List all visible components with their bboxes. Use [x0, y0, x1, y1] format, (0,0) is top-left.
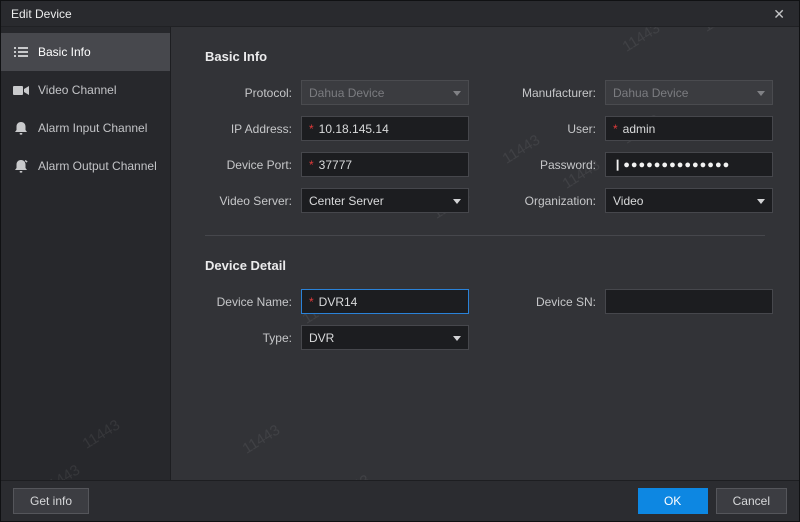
sidebar-item-video-channel[interactable]: Video Channel — [1, 71, 170, 109]
password-input[interactable]: ❙●●●●●●●●●●●●●● — [605, 152, 773, 177]
alarm-output-bell-icon — [13, 159, 29, 173]
sidebar: Basic Info Video Channel — [1, 27, 171, 480]
chevron-down-icon — [453, 199, 461, 204]
sidebar-item-alarm-input-channel[interactable]: Alarm Input Channel — [1, 109, 170, 147]
device-name-label: Device Name: — [199, 295, 295, 309]
get-info-button[interactable]: Get info — [13, 488, 89, 514]
device-port-label: Device Port: — [199, 158, 295, 172]
user-value: admin — [623, 122, 656, 136]
chevron-down-icon — [453, 336, 461, 341]
device-detail-heading: Device Detail — [205, 258, 799, 273]
content-panel: Basic Info Protocol: Dahua Device Manufa… — [171, 27, 799, 480]
device-port-value: 37777 — [319, 158, 352, 172]
basic-info-form: Protocol: Dahua Device Manufacturer: Dah… — [199, 80, 799, 213]
required-asterisk: * — [613, 122, 618, 136]
device-name-value: DVR14 — [319, 295, 358, 309]
organization-value: Video — [613, 194, 643, 208]
type-select[interactable]: DVR — [301, 325, 469, 350]
sidebar-item-label: Basic Info — [38, 45, 91, 59]
alarm-input-bell-icon — [13, 121, 29, 135]
sidebar-item-basic-info[interactable]: Basic Info — [1, 33, 170, 71]
device-name-input[interactable]: * DVR14 — [301, 289, 469, 314]
required-asterisk: * — [309, 295, 314, 309]
device-sn-input[interactable] — [605, 289, 773, 314]
required-asterisk: * — [309, 158, 314, 172]
basic-info-heading: Basic Info — [205, 49, 799, 64]
sidebar-item-alarm-output-channel[interactable]: Alarm Output Channel — [1, 147, 170, 185]
user-input[interactable]: * admin — [605, 116, 773, 141]
manufacturer-label: Manufacturer: — [475, 86, 599, 100]
ip-address-label: IP Address: — [199, 122, 295, 136]
protocol-select[interactable]: Dahua Device — [301, 80, 469, 105]
dialog-title: Edit Device — [11, 7, 72, 21]
protocol-value: Dahua Device — [309, 86, 384, 100]
sidebar-item-label: Alarm Output Channel — [38, 159, 157, 173]
video-server-label: Video Server: — [199, 194, 295, 208]
dialog-footer: Get info OK Cancel — [1, 480, 799, 521]
ip-address-value: 10.18.145.14 — [319, 122, 389, 136]
protocol-label: Protocol: — [199, 86, 295, 100]
required-asterisk: * — [309, 122, 314, 136]
chevron-down-icon — [757, 199, 765, 204]
organization-select[interactable]: Video — [605, 188, 773, 213]
sidebar-item-label: Video Channel — [38, 83, 117, 97]
dialog-body: Basic Info Video Channel — [1, 27, 799, 480]
video-server-value: Center Server — [309, 194, 384, 208]
user-label: User: — [475, 122, 599, 136]
section-divider — [205, 235, 765, 236]
device-port-input[interactable]: * 37777 — [301, 152, 469, 177]
close-icon[interactable]: ✕ — [769, 5, 789, 23]
edit-device-dialog: 11443 11443 11443 11443 11443 11443 1144… — [0, 0, 800, 522]
video-server-select[interactable]: Center Server — [301, 188, 469, 213]
chevron-down-icon — [453, 91, 461, 96]
password-masked-value: ❙●●●●●●●●●●●●●● — [613, 158, 730, 171]
cancel-button[interactable]: Cancel — [716, 488, 787, 514]
video-camera-icon — [13, 83, 29, 97]
dialog-titlebar: Edit Device ✕ — [1, 1, 799, 27]
device-detail-form: Device Name: * DVR14 Device SN: Type: DV… — [199, 289, 799, 350]
organization-label: Organization: — [475, 194, 599, 208]
type-value: DVR — [309, 331, 334, 345]
manufacturer-value: Dahua Device — [613, 86, 688, 100]
chevron-down-icon — [757, 91, 765, 96]
type-label: Type: — [199, 331, 295, 345]
list-icon — [13, 45, 29, 59]
device-sn-label: Device SN: — [475, 295, 599, 309]
ok-button[interactable]: OK — [638, 488, 708, 514]
manufacturer-select[interactable]: Dahua Device — [605, 80, 773, 105]
ip-address-input[interactable]: * 10.18.145.14 — [301, 116, 469, 141]
password-label: Password: — [475, 158, 599, 172]
sidebar-item-label: Alarm Input Channel — [38, 121, 147, 135]
